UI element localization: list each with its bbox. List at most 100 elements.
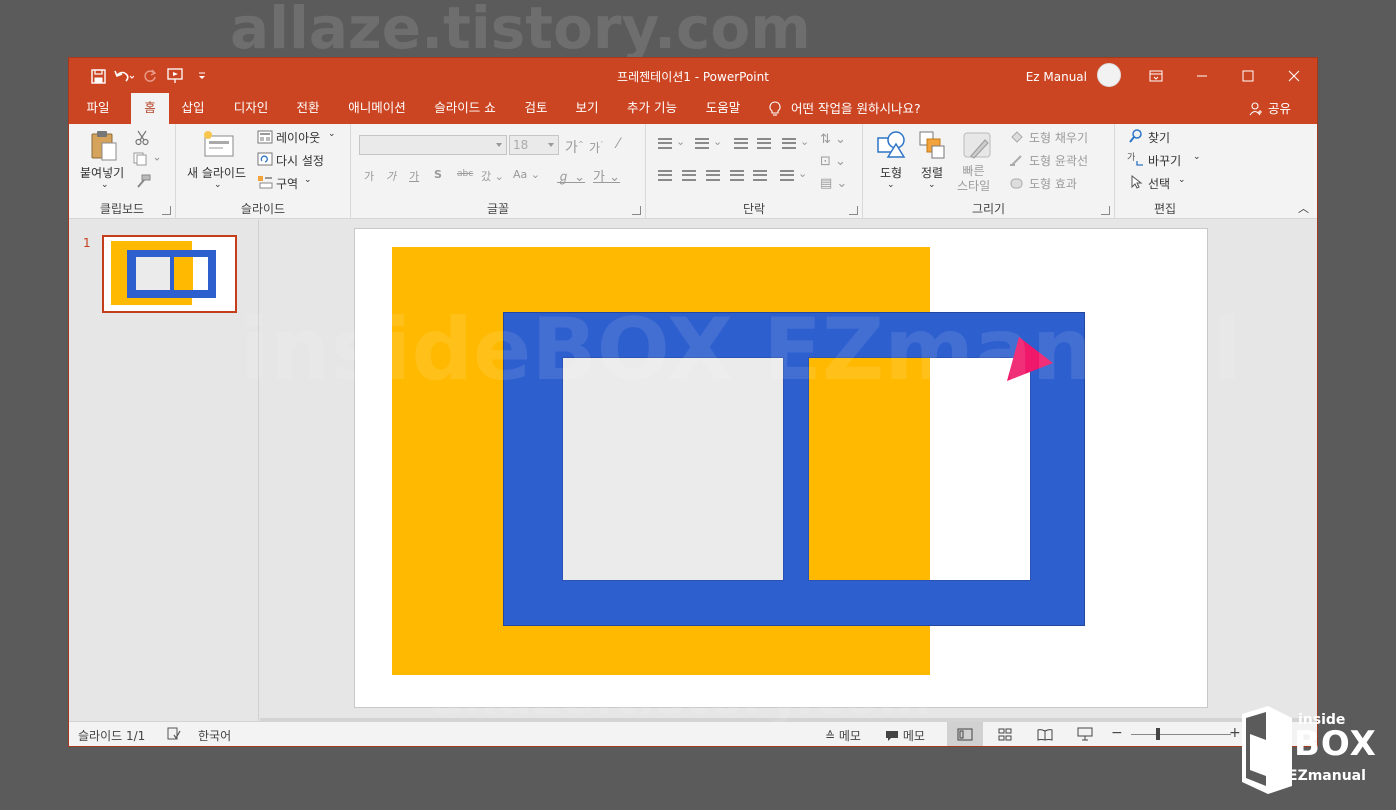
underline-icon[interactable]: 가 [409,168,419,184]
tab-animations[interactable]: 애니메이션 [341,93,413,124]
layout-dropdown-icon[interactable]: ⌄ [328,129,336,139]
close-icon[interactable] [1271,58,1317,93]
arrange-icon[interactable] [918,130,946,163]
select-cursor-icon[interactable] [1131,174,1143,192]
character-spacing-icon[interactable]: 갔 ⌄ [481,168,504,184]
paste-dropdown-icon[interactable]: ⌄ [101,180,109,190]
tab-slide-show[interactable]: 슬라이드 쇼 [427,93,503,124]
align-center-icon[interactable] [682,170,696,181]
reset-button[interactable]: 다시 설정 [276,152,324,169]
font-size-box[interactable]: 18 [509,135,559,155]
replace-button[interactable]: 바꾸기 [1148,152,1181,169]
tell-me-search[interactable]: 어떤 작업을 원하시나요? [769,93,921,124]
bullets-dropdown-icon[interactable]: ⌄ [676,135,685,148]
new-slide-button[interactable]: 새 슬라이드 [187,164,246,181]
ribbon-display-options-icon[interactable] [1133,58,1179,93]
new-slide-dropdown-icon[interactable]: ⌄ [214,180,222,190]
paste-icon[interactable] [89,130,119,165]
bullets-icon[interactable] [658,138,672,149]
minimize-icon[interactable] [1179,58,1225,93]
collapse-ribbon-icon[interactable]: ︿ [1298,200,1309,216]
clear-formatting-icon[interactable]: ⁄ [617,136,619,152]
slide-sorter-view-icon[interactable] [987,722,1023,746]
cut-icon[interactable] [135,130,149,149]
tab-insert[interactable]: 삽입 [173,93,213,124]
new-slide-icon[interactable] [200,128,236,163]
arrange-dropdown-icon[interactable]: ⌄ [928,180,936,190]
font-name-box[interactable] [359,135,507,155]
select-dropdown-icon[interactable]: ⌄ [1178,175,1186,185]
tab-add-ins[interactable]: 추가 기능 [619,93,685,124]
find-icon[interactable] [1129,129,1143,146]
shape-fill-button[interactable]: 도형 채우기 [1029,129,1088,146]
reset-icon[interactable] [257,152,273,169]
reading-view-icon[interactable] [1027,722,1063,746]
notes-button[interactable]: ≙ 메모 [825,727,861,744]
tab-review[interactable]: 검토 [517,93,555,124]
section-icon[interactable] [257,175,273,192]
select-button[interactable]: 선택 [1148,175,1170,192]
increase-font-size-icon[interactable]: 가^ [565,137,584,157]
italic-icon[interactable]: 가 [386,168,396,184]
tab-view[interactable]: 보기 [567,93,607,124]
columns-icon[interactable] [780,170,794,181]
numbering-icon[interactable] [695,138,709,149]
zoom-slider-thumb[interactable] [1156,728,1160,740]
zoom-in-button[interactable]: + [1229,725,1241,741]
paste-button[interactable]: 붙여넣기 [80,164,124,181]
shadow-icon[interactable]: S [434,168,442,181]
language-indicator[interactable]: 한국어 [198,727,231,744]
align-text-icon[interactable]: ⊡ ⌄ [820,154,846,169]
distributed-icon[interactable] [753,170,767,181]
slide-canvas[interactable] [354,228,1208,708]
font-color-icon[interactable]: 가 ⌄ [593,166,620,185]
columns-dropdown-icon[interactable]: ⌄ [798,167,807,180]
format-painter-icon[interactable] [135,174,151,191]
comments-button[interactable]: 메모 [885,727,925,744]
shapes-dropdown-icon[interactable]: ⌄ [887,180,895,190]
convert-smartart-icon[interactable]: ▤ ⌄ [820,176,847,191]
normal-view-icon[interactable] [947,722,983,746]
replace-dropdown-icon[interactable]: ⌄ [1193,152,1201,162]
slide-thumbnail[interactable] [102,235,237,313]
increase-indent-icon[interactable] [757,138,771,149]
tab-home[interactable]: 홈 [131,93,169,124]
tab-transitions[interactable]: 전환 [287,93,329,124]
shape-fill-icon[interactable] [1009,130,1025,147]
shape-effects-icon[interactable] [1009,176,1025,193]
tab-help[interactable]: 도움말 [697,93,749,124]
replace-icon[interactable]: 가 [1127,151,1145,170]
shape-outline-button[interactable]: 도형 윤곽선 [1029,152,1088,169]
align-right-icon[interactable] [706,170,720,181]
copy-icon[interactable] [133,152,161,169]
zoom-slider-track[interactable] [1131,734,1231,735]
strikethrough-icon[interactable]: abc [457,169,473,179]
user-avatar[interactable] [1097,63,1121,87]
section-dropdown-icon[interactable]: ⌄ [304,175,312,185]
align-left-icon[interactable] [658,170,672,181]
arrange-button[interactable]: 정렬 [921,164,943,181]
bold-icon[interactable]: 가 [364,168,374,184]
tab-design[interactable]: 디자인 [225,93,277,124]
clipboard-launcher-icon[interactable] [162,206,171,215]
line-spacing-dropdown-icon[interactable]: ⌄ [800,135,809,148]
left-inner-window[interactable] [562,357,784,581]
drawing-launcher-icon[interactable] [1101,206,1110,215]
right-window-yellow-part[interactable] [808,357,930,581]
slideshow-view-icon[interactable] [1067,722,1103,746]
find-button[interactable]: 찾기 [1148,129,1170,146]
tab-file[interactable]: 파일 [79,93,117,124]
justify-icon[interactable] [730,170,744,181]
layout-icon[interactable] [257,130,273,147]
decrease-indent-icon[interactable] [734,138,748,149]
right-window-white-part[interactable] [930,357,1031,581]
shapes-icon[interactable] [876,130,906,163]
zoom-out-button[interactable]: − [1111,725,1123,741]
quick-styles-icon[interactable] [961,130,993,165]
shapes-button[interactable]: 도형 [880,164,902,181]
shape-effects-button[interactable]: 도형 효과 [1029,175,1077,192]
font-launcher-icon[interactable] [632,206,641,215]
spell-check-icon[interactable] [167,727,181,743]
maximize-icon[interactable] [1225,58,1271,93]
text-direction-icon[interactable]: ⇅ ⌄ [820,132,846,147]
